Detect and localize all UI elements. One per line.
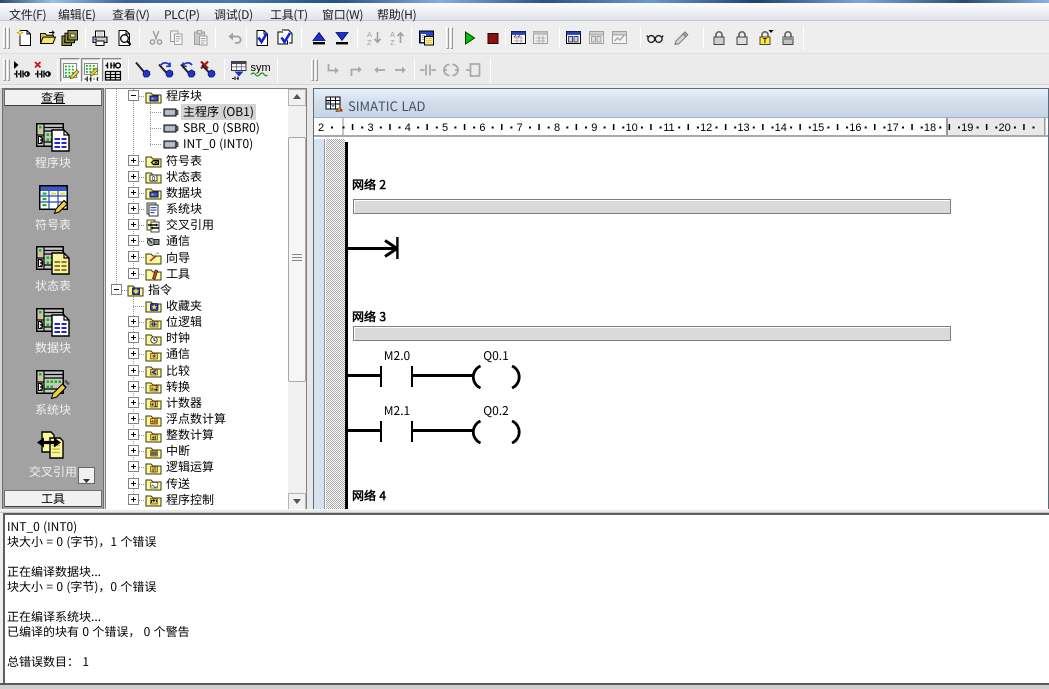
svg-text:10: 10 <box>625 122 637 134</box>
svg-text:+1: +1 <box>151 401 157 409</box>
svg-text:a: a <box>151 386 154 392</box>
svg-text:2: 2 <box>318 122 324 134</box>
svg-text:13: 13 <box>737 122 749 134</box>
svg-text:12: 12 <box>700 122 712 134</box>
svg-text:4: 4 <box>405 122 411 134</box>
svg-text:9: 9 <box>591 122 597 134</box>
svg-text:b: b <box>156 384 159 390</box>
svg-text:19: 19 <box>961 122 973 134</box>
svg-text:3: 3 <box>367 122 373 134</box>
svg-text:17: 17 <box>887 122 899 134</box>
svg-text:11: 11 <box>663 122 674 134</box>
svg-text:20: 20 <box>998 122 1010 134</box>
svg-text:±R: ±R <box>151 418 158 425</box>
svg-text:±I: ±I <box>152 434 157 441</box>
svg-text:7: 7 <box>517 122 523 134</box>
svg-text:T: T <box>763 35 767 45</box>
svg-text:16: 16 <box>849 122 861 134</box>
svg-text:01: 01 <box>152 469 156 474</box>
svg-text:6: 6 <box>479 122 485 134</box>
svg-text:14: 14 <box>775 122 787 134</box>
svg-text:Z: Z <box>390 38 395 47</box>
svg-text:18: 18 <box>924 122 936 134</box>
svg-text:8: 8 <box>554 122 560 134</box>
svg-text:Z: Z <box>367 38 372 47</box>
svg-text:5: 5 <box>442 122 448 134</box>
svg-text:15: 15 <box>812 122 824 134</box>
svg-text:sym: sym <box>251 62 271 74</box>
